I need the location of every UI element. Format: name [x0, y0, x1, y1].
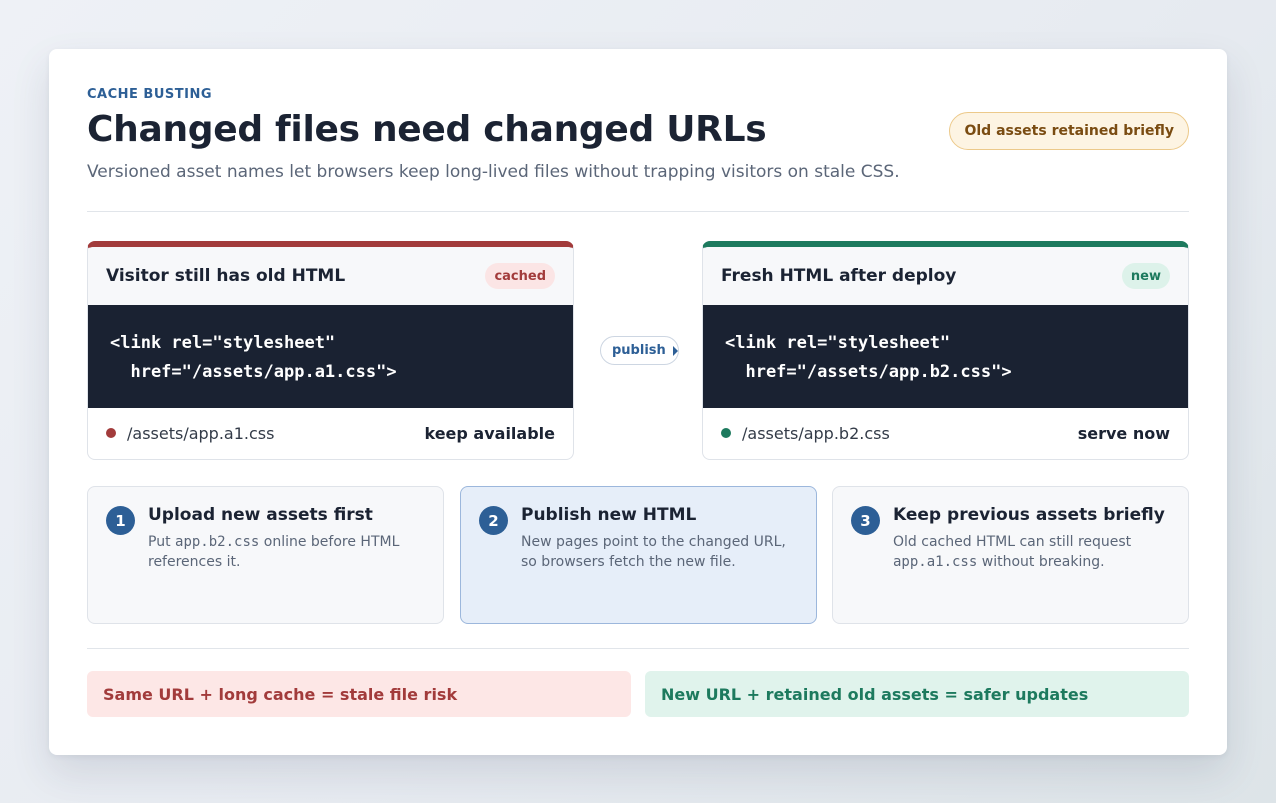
- step-text: Put: [148, 534, 176, 550]
- step-description: New pages point to the changed URL, so b…: [521, 534, 786, 570]
- new-html-panel: Fresh HTML after deploy new <link rel="s…: [702, 241, 1189, 460]
- step-title: Publish new HTML: [521, 505, 697, 525]
- step-card-3: 3 Keep previous assets briefly Old cache…: [832, 486, 1189, 624]
- panel-title: Fresh HTML after deploy: [721, 266, 957, 286]
- step-card-2: 2 Publish new HTML New pages point to th…: [460, 486, 817, 624]
- page-subtitle: Versioned asset names let browsers keep …: [87, 162, 900, 182]
- divider: [87, 211, 1189, 212]
- step-code: app.a1.css: [893, 554, 978, 570]
- step-number: 2: [479, 506, 508, 535]
- code-block: <link rel="stylesheet" href="/assets/app…: [88, 305, 573, 408]
- step-text: Old cached HTML can still request: [893, 534, 1132, 550]
- step-number: 1: [106, 506, 135, 535]
- code-block: <link rel="stylesheet" href="/assets/app…: [703, 305, 1188, 408]
- code-line: href="/assets/app.b2.css">: [725, 362, 1012, 382]
- step-description: Put app.b2.css online before HTML refere…: [148, 532, 429, 572]
- status-dot-icon: [721, 428, 731, 438]
- risk-callout: Same URL + long cache = stale file risk: [87, 671, 631, 717]
- step-code: app.b2.css: [175, 534, 260, 550]
- asset-file: /assets/app.a1.css: [106, 424, 274, 443]
- cached-tag: cached: [485, 263, 555, 289]
- page-title: Changed files need changed URLs: [87, 109, 767, 150]
- panel-footer: /assets/app.a1.css keep available: [88, 408, 573, 458]
- publish-label: publish: [600, 336, 679, 365]
- eyebrow: CACHE BUSTING: [87, 87, 213, 102]
- step-text: without breaking.: [977, 554, 1105, 570]
- safe-callout: New URL + retained old assets = safer up…: [645, 671, 1189, 717]
- asset-path: /assets/app.b2.css: [742, 423, 890, 443]
- code-line: href="/assets/app.a1.css">: [110, 362, 397, 382]
- asset-path: /assets/app.a1.css: [127, 423, 275, 443]
- asset-action: keep available: [424, 423, 555, 443]
- arrow-right-icon: [672, 345, 678, 356]
- asset-file: /assets/app.b2.css: [721, 424, 890, 443]
- panel-header: Visitor still has old HTML cached: [88, 247, 573, 305]
- retention-badge: Old assets retained briefly: [949, 112, 1189, 150]
- panel-footer: /assets/app.b2.css serve now: [703, 408, 1188, 458]
- step-card-1: 1 Upload new assets first Put app.b2.css…: [87, 486, 444, 624]
- old-html-panel: Visitor still has old HTML cached <link …: [87, 241, 574, 460]
- code-line: <link rel="stylesheet": [110, 333, 336, 353]
- panel-title: Visitor still has old HTML: [106, 266, 346, 286]
- step-description: Old cached HTML can still request app.a1…: [893, 532, 1174, 572]
- step-title: Keep previous assets briefly: [893, 505, 1165, 525]
- panel-header: Fresh HTML after deploy new: [703, 247, 1188, 305]
- divider: [87, 648, 1189, 649]
- diagram-card: CACHE BUSTING Changed files need changed…: [49, 49, 1227, 755]
- step-title: Upload new assets first: [148, 505, 373, 525]
- publish-connector: publish: [600, 336, 680, 365]
- step-number: 3: [851, 506, 880, 535]
- code-line: <link rel="stylesheet": [725, 333, 951, 353]
- status-dot-icon: [106, 428, 116, 438]
- new-tag: new: [1121, 263, 1170, 289]
- asset-action: serve now: [1077, 423, 1170, 443]
